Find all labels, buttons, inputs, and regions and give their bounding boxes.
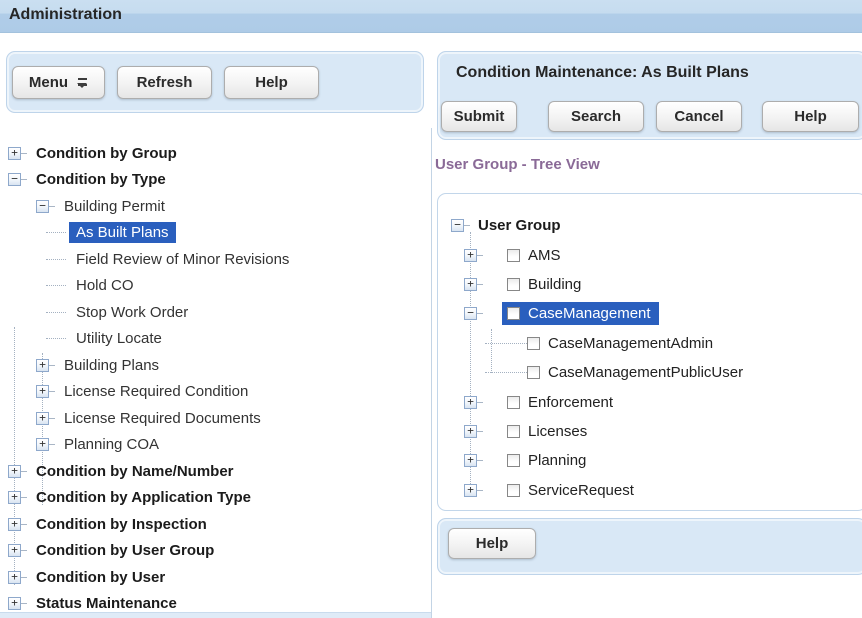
cancel-button[interactable]: Cancel [656, 101, 742, 132]
tree-connector [46, 312, 66, 313]
expand-plus-icon[interactable]: + [8, 571, 21, 584]
expand-plus-icon[interactable]: + [8, 518, 21, 531]
tree-item-planning-coa[interactable]: + Planning COA [0, 432, 430, 459]
expand-plus-icon[interactable]: + [8, 491, 21, 504]
tree-connector [46, 259, 66, 260]
expand-plus-icon[interactable]: + [464, 484, 477, 497]
checkbox-licenses[interactable] [507, 425, 520, 438]
tree-item-case-management-admin[interactable]: CaseManagementAdmin [438, 329, 862, 358]
expand-plus-icon[interactable]: + [36, 385, 49, 398]
tree-item-user-group[interactable]: − User Group [438, 211, 862, 240]
tree-item-condition-by-user-group[interactable]: + Condition by User Group [0, 538, 430, 565]
tree-item-case-management-public-user[interactable]: CaseManagementPublicUser [438, 358, 862, 387]
admin-condition-tree: + Condition by Group − Condition by Type… [0, 140, 430, 617]
tree-item-condition-by-group[interactable]: + Condition by Group [0, 140, 430, 167]
tree-item-condition-by-type[interactable]: − Condition by Type [0, 167, 430, 194]
tree-item-ams[interactable]: + AMS [438, 240, 862, 269]
refresh-button[interactable]: Refresh [117, 66, 212, 99]
checkbox-case-management[interactable] [507, 307, 520, 320]
tree-item-planning[interactable]: + Planning [438, 446, 862, 475]
expand-plus-icon[interactable]: + [8, 147, 21, 160]
tree-item-license-required-documents[interactable]: + License Required Documents [0, 405, 430, 432]
tree-item-utility-locate[interactable]: Utility Locate [0, 326, 430, 353]
tree-item-building[interactable]: + Building [438, 270, 862, 299]
tree-item-service-request[interactable]: + ServiceRequest [438, 476, 862, 505]
tree-item-field-review[interactable]: Field Review of Minor Revisions [0, 246, 430, 273]
page-title: Administration [9, 6, 122, 24]
tree-connector [46, 285, 66, 286]
user-group-tree-view-heading: User Group - Tree View [435, 156, 600, 173]
pane-divider [431, 128, 432, 618]
expand-plus-icon[interactable]: + [36, 412, 49, 425]
help-button-header[interactable]: Help [762, 101, 859, 132]
tree-item-licenses[interactable]: + Licenses [438, 417, 862, 446]
tree-item-case-management[interactable]: − CaseManagement [438, 299, 862, 328]
tree-connector [46, 338, 66, 339]
expand-plus-icon[interactable]: + [36, 438, 49, 451]
tree-connector [46, 232, 66, 233]
selected-tree-item: CaseManagement [502, 302, 659, 325]
tree-item-as-built-plans[interactable]: As Built Plans [0, 220, 430, 247]
tree-item-condition-by-application-type[interactable]: + Condition by Application Type [0, 485, 430, 512]
expand-plus-icon[interactable]: + [464, 454, 477, 467]
search-button[interactable]: Search [548, 101, 644, 132]
tree-connector [485, 343, 527, 344]
tree-item-license-required-condition[interactable]: + License Required Condition [0, 379, 430, 406]
submit-button[interactable]: Submit [441, 101, 517, 132]
tree-item-enforcement[interactable]: + Enforcement [438, 387, 862, 416]
help-button-toolbar[interactable]: Help [224, 66, 319, 99]
checkbox-building[interactable] [507, 278, 520, 291]
tree-item-building-plans[interactable]: + Building Plans [0, 352, 430, 379]
checkbox-service-request[interactable] [507, 484, 520, 497]
user-group-tree: − User Group + AMS + Building − CaseMana… [438, 211, 862, 505]
collapse-minus-icon[interactable]: − [464, 307, 477, 320]
menu-dropdown-icon [77, 78, 88, 88]
help-button-footer[interactable]: Help [448, 528, 536, 559]
expand-plus-icon[interactable]: + [464, 396, 477, 409]
administration-screen: Administration Menu Refresh Help + Condi… [0, 0, 862, 618]
expand-plus-icon[interactable]: + [8, 597, 21, 610]
expand-plus-icon[interactable]: + [464, 249, 477, 262]
checkbox-enforcement[interactable] [507, 396, 520, 409]
checkbox-planning[interactable] [507, 454, 520, 467]
tree-connector [485, 372, 527, 373]
collapse-minus-icon[interactable]: − [451, 219, 464, 232]
tree-item-stop-work-order[interactable]: Stop Work Order [0, 299, 430, 326]
user-group-tree-panel: − User Group + AMS + Building − CaseMana… [437, 193, 862, 511]
expand-plus-icon[interactable]: + [464, 278, 477, 291]
collapse-minus-icon[interactable]: − [36, 200, 49, 213]
menu-button[interactable]: Menu [12, 66, 105, 99]
expand-plus-icon[interactable]: + [8, 544, 21, 557]
expand-plus-icon[interactable]: + [8, 465, 21, 478]
checkbox-ams[interactable] [507, 249, 520, 262]
condition-maintenance-title: Condition Maintenance: As Built Plans [456, 64, 749, 82]
expand-plus-icon[interactable]: + [464, 425, 477, 438]
checkbox-case-management-admin[interactable] [527, 337, 540, 350]
tree-item-condition-by-user[interactable]: + Condition by User [0, 564, 430, 591]
expand-plus-icon[interactable]: + [36, 359, 49, 372]
tree-item-hold-co[interactable]: Hold CO [0, 273, 430, 300]
tree-item-building-permit[interactable]: − Building Permit [0, 193, 430, 220]
collapse-minus-icon[interactable]: − [8, 173, 21, 186]
tree-item-condition-by-name-number[interactable]: + Condition by Name/Number [0, 458, 430, 485]
tree-item-status-maintenance[interactable]: + Status Maintenance [0, 591, 430, 618]
tree-item-condition-by-inspection[interactable]: + Condition by Inspection [0, 511, 430, 538]
menu-button-label: Menu [29, 74, 68, 91]
selected-tree-item-label: As Built Plans [69, 222, 176, 243]
checkbox-case-management-public-user[interactable] [527, 366, 540, 379]
page-header-bar: Administration [0, 0, 862, 33]
